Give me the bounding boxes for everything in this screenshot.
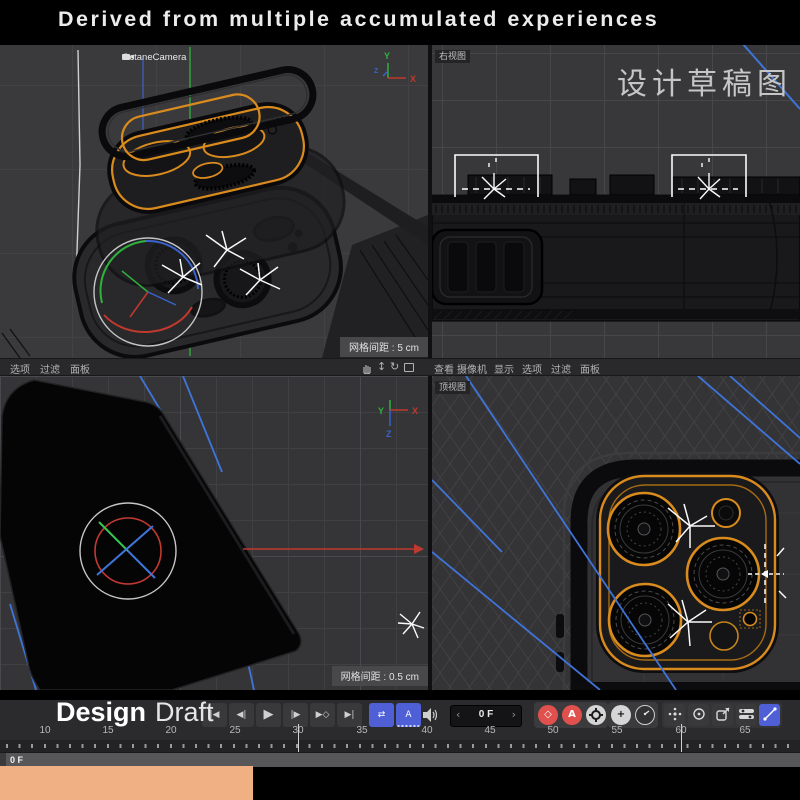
camera-label[interactable]: OctaneCamera <box>122 52 186 63</box>
autokey-all-button[interactable]: A <box>396 703 421 727</box>
camera-icon <box>122 52 135 62</box>
brand-logo: DesignDraft <box>56 697 214 728</box>
menu-cameras[interactable]: 摄像机 <box>457 361 487 376</box>
layer-sliders-icon[interactable] <box>736 704 757 726</box>
app-window: Derived from multiple accumulated experi… <box>0 0 800 800</box>
title-bar: Derived from multiple accumulated experi… <box>0 0 800 45</box>
viewport-top[interactable]: 顶视图 <box>432 376 800 690</box>
menu-display[interactable]: 显示 <box>494 361 514 376</box>
ruler-number[interactable]: 50 <box>547 725 558 736</box>
mic-ring <box>744 613 757 626</box>
page-title: Derived from multiple accumulated experi… <box>58 7 659 32</box>
autokey-button[interactable]: A <box>562 705 582 725</box>
prev-frame-button[interactable]: ◀| <box>229 703 254 727</box>
menu-filter[interactable]: 过滤 <box>551 361 571 376</box>
menu-options-left[interactable]: 选项 <box>10 361 30 376</box>
ruler-number[interactable]: 55 <box>611 725 622 736</box>
rotation-tool-icon[interactable] <box>688 704 709 726</box>
record-rotation-button[interactable] <box>635 705 655 725</box>
back-view-wireframe: Y X Z <box>0 376 428 690</box>
keyframe-marker-60 <box>681 724 682 752</box>
svg-text:X: X <box>410 74 416 84</box>
next-frame-button[interactable]: |▶ <box>283 703 308 727</box>
phone-body[interactable] <box>0 380 301 690</box>
viewport-label-right[interactable]: 右视图 <box>435 50 470 63</box>
spline-path-icon[interactable] <box>759 704 780 726</box>
ruler-number[interactable]: 20 <box>165 725 176 736</box>
svg-text:Y: Y <box>378 406 384 416</box>
ruler-number[interactable]: 10 <box>39 725 50 736</box>
ruler-number[interactable]: 40 <box>421 725 432 736</box>
zoom-updown-icon[interactable]: ↕ <box>377 360 386 373</box>
scale-gizmo[interactable] <box>80 503 176 599</box>
keyframe-marker-30 <box>298 724 299 752</box>
viewport-back[interactable]: Y X Z 网格间距 : 0.5 cm <box>0 376 428 690</box>
viewport-label-top[interactable]: 顶视图 <box>435 381 470 394</box>
watermark-text: 设计草稿图 <box>617 59 792 103</box>
frame-increment[interactable]: › <box>512 708 516 721</box>
play-button[interactable]: ▶ <box>256 703 281 727</box>
rotate-view-icon[interactable]: ↻ <box>390 360 399 373</box>
loop-mode-button[interactable]: ⇄ <box>369 703 394 727</box>
menu-view[interactable]: 查看 <box>434 361 454 376</box>
record-position-button[interactable]: + <box>611 705 631 725</box>
grid-spacing-badge: 网格间距 : 5 cm <box>340 337 428 357</box>
keying-settings-button[interactable] <box>586 705 606 725</box>
workplane-icon[interactable] <box>712 704 733 726</box>
x-axis-arrow <box>243 544 424 554</box>
viewport-right[interactable]: 右视图 设计草稿图 <box>432 45 800 358</box>
ruler-number[interactable]: 25 <box>229 725 240 736</box>
sensor-ring <box>710 622 738 650</box>
axis-gizmo: Y X Z <box>374 51 416 84</box>
ruler-number[interactable]: 15 <box>102 725 113 736</box>
sketch-star-marks <box>398 612 424 638</box>
gear-icon <box>589 708 603 722</box>
pan-hand-icon[interactable] <box>361 362 373 374</box>
timeline-ruler-ticks[interactable] <box>0 740 800 752</box>
menu-filter-left[interactable]: 过滤 <box>40 361 60 376</box>
record-keyframe-button[interactable]: ◇ <box>538 705 558 725</box>
keyframe-selection-icon[interactable] <box>664 704 685 726</box>
top-view-wireframe <box>432 376 800 690</box>
menu-panel-left[interactable]: 面板 <box>70 361 90 376</box>
ruler-number[interactable]: 45 <box>484 725 495 736</box>
timeline-toolbar: DesignDraft |◀ ◀| ▶ |▶ ▶◇ ▶| ⇄ A ‹ 0 F ›… <box>0 700 800 740</box>
menu-panel[interactable]: 面板 <box>580 361 600 376</box>
sound-icon[interactable] <box>423 708 439 722</box>
svg-text:X: X <box>412 406 418 416</box>
ruler-number[interactable]: 35 <box>356 725 367 736</box>
svg-text:Y: Y <box>384 51 390 61</box>
white-spline <box>76 50 80 280</box>
frame-counter-value: 0 F <box>451 709 521 720</box>
svg-text:Z: Z <box>374 68 379 75</box>
frame-counter-field[interactable]: ‹ 0 F › <box>450 705 522 727</box>
ruler-number[interactable]: 65 <box>739 725 750 736</box>
current-frame-label: 0 F <box>10 755 23 765</box>
record-panel: ◇ A <box>534 702 608 728</box>
maximize-view-icon[interactable] <box>404 363 414 372</box>
svg-text:Z: Z <box>386 429 392 439</box>
current-frame-bar[interactable]: 0 F <box>0 752 800 767</box>
viewport-menu-strip: 选项 过滤 面板 ↕ ↻ 查看 摄像机 显示 选项 过滤 面板 <box>0 358 800 376</box>
perspective-wireframe: Y X Z <box>0 45 428 358</box>
menu-options[interactable]: 选项 <box>522 361 542 376</box>
flash-ring <box>712 499 740 527</box>
goto-end-button[interactable]: ▶| <box>337 703 362 727</box>
grid-spacing-badge: 网格间距 : 0.5 cm <box>332 666 428 686</box>
viewport-perspective[interactable]: Y X Z OctaneCamera 网格间距 : 5 cm <box>0 45 428 358</box>
next-key-button[interactable]: ▶◇ <box>310 703 335 727</box>
bottom-left-accent-bar <box>0 766 253 800</box>
gauge-icon <box>639 708 651 720</box>
camera-lens <box>608 493 680 565</box>
axis-gizmo: Y X Z <box>378 400 418 439</box>
